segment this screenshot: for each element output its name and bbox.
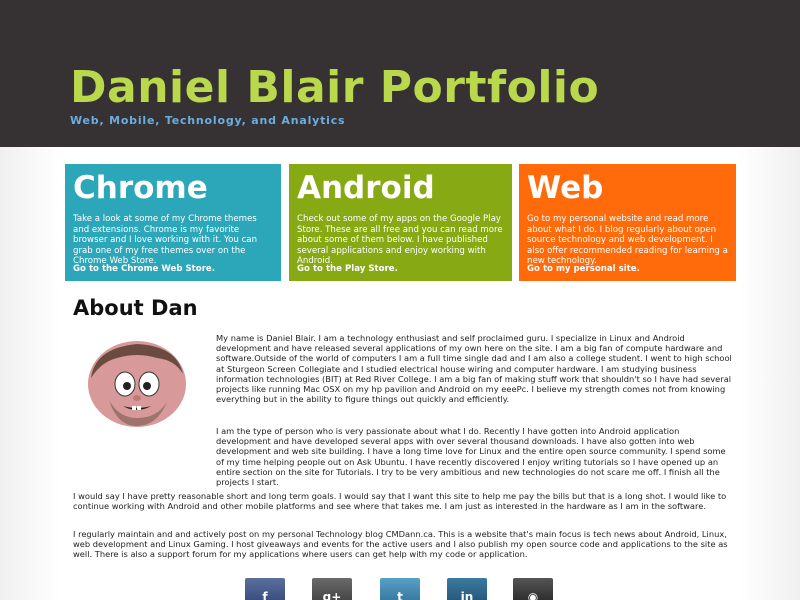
about-heading: About Dan [73,296,198,320]
site-subtitle: Web, Mobile, Technology, and Analytics [70,114,346,127]
personal-site-link[interactable]: Go to my personal site. [527,264,640,274]
card-title: Android [297,170,435,206]
twitter-icon: t [397,590,403,600]
twitter-button[interactable]: t [380,578,420,600]
about-paragraph: My name is Daniel Blair. I am a technolo… [216,333,732,405]
google-plus-icon: g+ [322,590,342,600]
card-android: Android Check out some of my apps on the… [289,164,512,281]
github-icon: ◉ [527,590,539,600]
facebook-button[interactable]: f [245,578,285,600]
chrome-web-store-link[interactable]: Go to the Chrome Web Store. [73,264,215,274]
github-button[interactable]: ◉ [513,578,553,600]
card-web: Web Go to my personal website and read m… [519,164,736,281]
about-paragraph: I regularly maintain and and actively po… [73,529,728,560]
site-title: Daniel Blair Portfolio [70,62,600,113]
avatar [88,341,186,427]
site-header: Daniel Blair Portfolio Web, Mobile, Tech… [0,0,800,147]
card-text: Take a look at some of my Chrome themes … [73,214,258,266]
card-text: Check out some of my apps on the Google … [297,214,503,266]
play-store-link[interactable]: Go to the Play Store. [297,264,398,274]
google-plus-button[interactable]: g+ [312,578,352,600]
card-title: Chrome [73,170,208,206]
linkedin-button[interactable]: in [447,578,487,600]
linkedin-icon: in [460,590,474,600]
card-text: Go to my personal website and read more … [527,214,728,266]
about-paragraph: I am the type of person who is very pass… [216,426,726,488]
card-chrome: Chrome Take a look at some of my Chrome … [65,164,281,281]
facebook-icon: f [262,590,268,600]
about-paragraph: I would say I have pretty reasonable sho… [73,491,727,512]
card-title: Web [527,170,604,206]
